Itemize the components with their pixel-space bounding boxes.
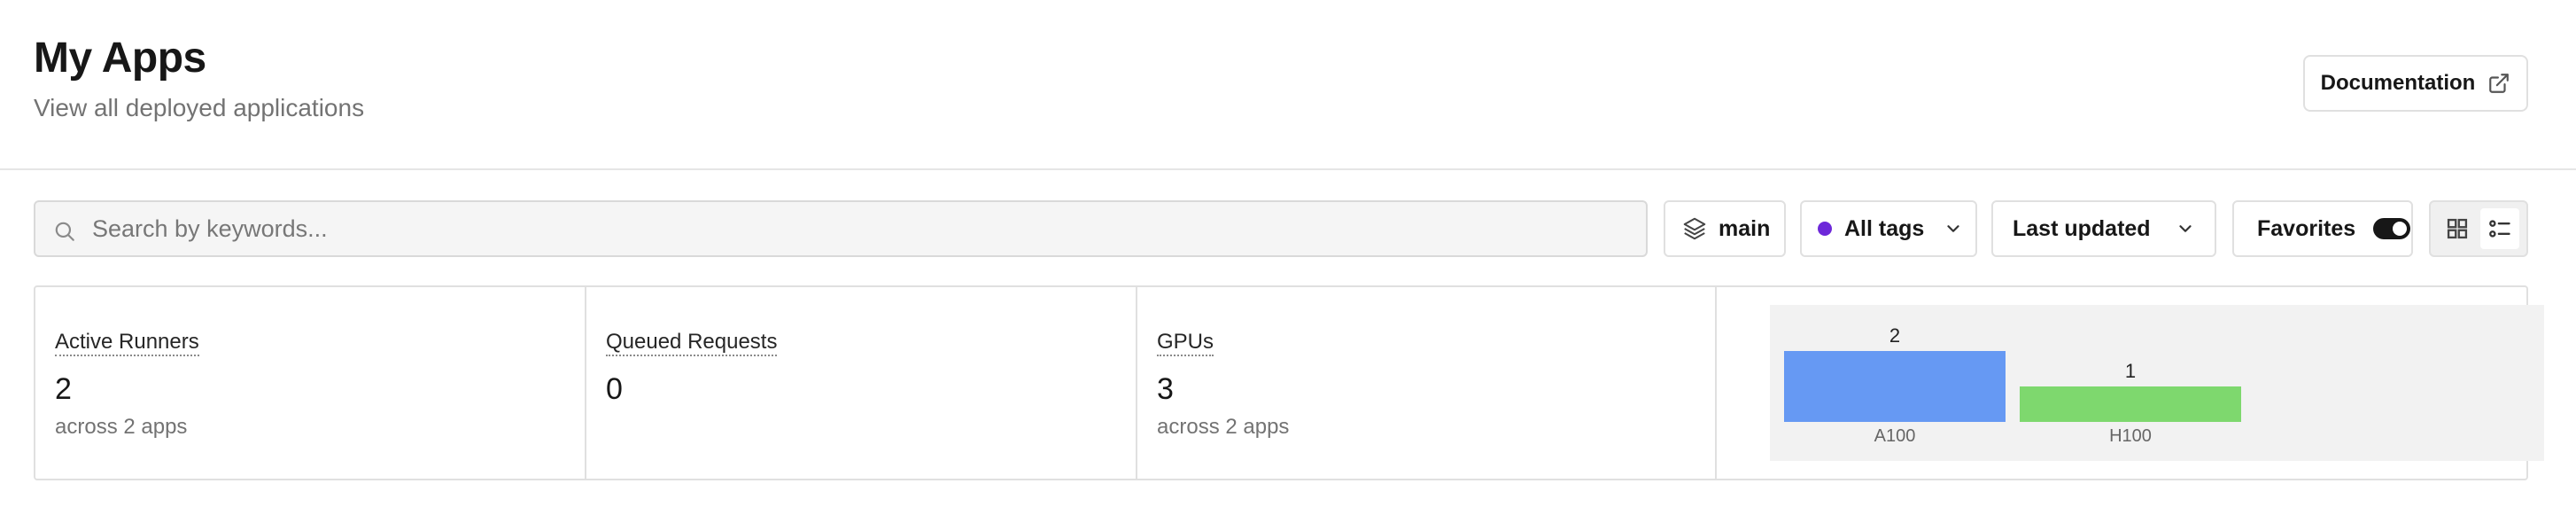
stat-active-runners: Active Runners 2 across 2 apps (35, 287, 586, 479)
bar-a100[interactable] (1784, 351, 2006, 422)
tags-filter-dropdown[interactable]: All tags (1800, 200, 1977, 257)
bar-category-label: H100 (2109, 426, 2152, 446)
page-header: My Apps View all deployed applications D… (0, 0, 2576, 170)
bar-category-label: A100 (1874, 426, 1916, 446)
gpu-bar-chart: 2 A100 1 H100 (1770, 305, 2544, 461)
toggle-knob (2393, 222, 2408, 236)
list-view-button[interactable] (2480, 208, 2519, 249)
view-mode-switch (2429, 200, 2528, 257)
bar-value-label: 2 (1889, 324, 1900, 347)
sort-dropdown[interactable]: Last updated (1991, 200, 2216, 257)
stat-gpus: GPUs 3 across 2 apps (1137, 287, 1717, 479)
bar-h100[interactable] (2020, 386, 2241, 422)
stat-label[interactable]: Queued Requests (606, 330, 778, 356)
external-link-icon (2489, 74, 2510, 93)
grid-icon (2447, 218, 2468, 239)
documentation-button-label: Documentation (2320, 71, 2476, 95)
stat-label[interactable]: Active Runners (55, 330, 199, 356)
toolbar: main All tags Last updated Favorites (34, 200, 2528, 257)
search-box (34, 200, 1648, 257)
stat-label[interactable]: GPUs (1157, 330, 1214, 356)
tags-filter-label: All tags (1844, 215, 1925, 241)
documentation-button[interactable]: Documentation (2303, 55, 2528, 112)
stat-queued-requests: Queued Requests 0 (586, 287, 1137, 479)
stats-panel: Active Runners 2 across 2 apps Queued Re… (34, 285, 2544, 480)
list-icon (2489, 220, 2510, 238)
branch-selector[interactable]: main (1664, 200, 1786, 257)
stat-value: 3 (1157, 372, 1174, 406)
gpu-chart-svg: 2 A100 1 H100 (1784, 324, 2241, 446)
stat-subtext: across 2 apps (1157, 415, 1290, 439)
bar-value-label: 1 (2125, 360, 2136, 382)
branch-label: main (1719, 215, 1771, 241)
stat-value: 0 (606, 372, 623, 406)
favorites-toggle[interactable] (2373, 218, 2411, 239)
grid-view-button[interactable] (2438, 208, 2477, 249)
favorites-label: Favorites (2257, 215, 2356, 241)
stat-value: 2 (55, 372, 72, 406)
tag-color-dot (1818, 222, 1832, 236)
favorites-filter[interactable]: Favorites (2232, 200, 2413, 257)
chevron-down-icon (2176, 219, 2195, 238)
chevron-down-icon (1944, 219, 1963, 238)
page-subtitle: View all deployed applications (34, 94, 365, 121)
layers-icon (1683, 217, 1706, 240)
sort-label: Last updated (2013, 215, 2151, 241)
search-icon (55, 222, 74, 241)
search-input[interactable] (92, 202, 1633, 255)
stat-subtext: across 2 apps (55, 415, 188, 439)
page-title: My Apps (34, 35, 206, 82)
